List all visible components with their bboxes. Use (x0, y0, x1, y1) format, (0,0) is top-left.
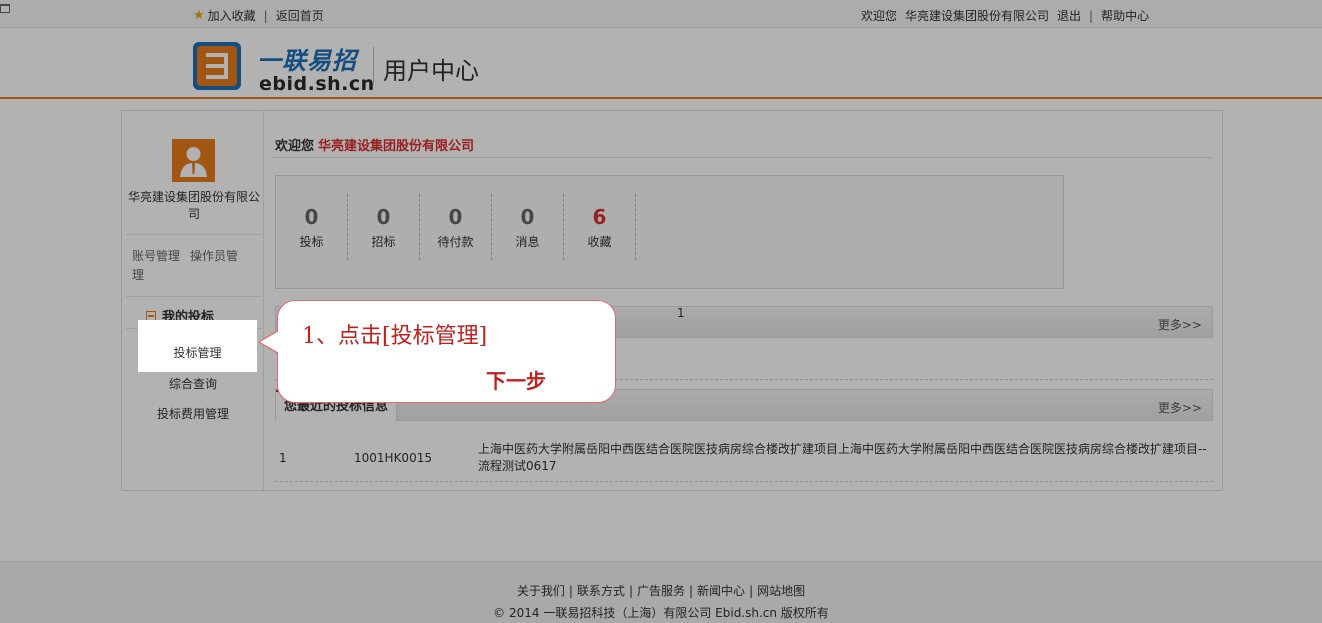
sidebar-item-comprehensive-query[interactable]: 综合查询 (122, 369, 264, 399)
separator: | (1089, 8, 1094, 23)
copyright: © 2014 一联易招科技（上海）有限公司 Ebid.sh.cn 版权所有 (493, 606, 829, 620)
stat-value: 0 (304, 205, 319, 229)
row-project-name[interactable]: 上海中医药大学附属岳阳中西医结合医院医技病房综合楼改扩建项目上海中医药大学附属岳… (478, 441, 1213, 475)
highlighted-label[interactable]: 投标管理 (138, 344, 257, 361)
top-right-links: 欢迎您 华亮建设集团股份有限公司 退出 | 帮助中心 (861, 7, 1149, 24)
highlighted-bid-management[interactable]: 投标管理 (138, 320, 257, 372)
star-icon: ★ (193, 7, 205, 23)
top-bar: ★ 加入收藏 | 返回首页 欢迎您 华亮建设集团股份有限公司 退出 | 帮助中心 (0, 0, 1322, 28)
stat-tenders[interactable]: 0 招标 (348, 194, 420, 260)
next-step-button[interactable]: 下一步 (486, 365, 546, 394)
separator: | (568, 584, 573, 598)
logout-link[interactable]: 退出 (1057, 7, 1081, 24)
stat-bids[interactable]: 0 投标 (276, 194, 348, 260)
more-link[interactable]: 更多>> (1158, 399, 1202, 416)
return-home-link[interactable]: 返回首页 (276, 7, 324, 24)
sidebar-company-name: 华亮建设集团股份有限公司 (127, 190, 260, 221)
stat-value: 0 (376, 205, 391, 229)
welcome-company: 华亮建设集团股份有限公司 (318, 139, 475, 154)
divider (126, 296, 262, 297)
footer-link-sitemap[interactable]: 网站地图 (757, 584, 805, 598)
welcome-heading: 欢迎您 华亮建设集团股份有限公司 (275, 135, 474, 154)
site-header: 一联易招 ebid.sh.cn 用户中心 (0, 29, 1322, 99)
more-link[interactable]: 更多>> (1158, 316, 1202, 333)
page-title: 用户中心 (383, 57, 479, 85)
footer-link-ads[interactable]: 广告服务 (637, 584, 685, 598)
footer-links: 关于我们 | 联系方式 | 广告服务 | 新闻中心 | 网站地图 (0, 582, 1322, 599)
tutorial-step-text: 1、点击[投标管理] (302, 324, 488, 349)
footer-link-news[interactable]: 新闻中心 (697, 584, 745, 598)
stat-value: 6 (592, 205, 607, 229)
footer-link-contact[interactable]: 联系方式 (577, 584, 625, 598)
welcome-text: 欢迎您 (861, 9, 898, 23)
stat-favorites[interactable]: 6 收藏 (564, 194, 636, 260)
stat-pending-payment[interactable]: 0 待付款 (420, 194, 492, 260)
logo-domain-text: ebid.sh.cn (259, 73, 375, 95)
stat-label: 投标 (299, 235, 324, 249)
window-icon (0, 4, 10, 13)
divider (126, 234, 262, 235)
collapse-icon[interactable] (146, 310, 156, 321)
logo-chinese-text: 一联易招 (257, 46, 357, 75)
divider (273, 157, 1213, 158)
stat-label: 待付款 (437, 235, 474, 249)
top-left-links: ★ 加入收藏 | 返回首页 (193, 7, 324, 24)
callout-tail-inner (260, 331, 279, 353)
stat-value: 0 (448, 205, 463, 229)
stat-messages[interactable]: 0 消息 (492, 194, 564, 260)
account-management-link[interactable]: 账号管理 (132, 249, 180, 263)
stat-value: 0 (520, 205, 535, 229)
separator: | (628, 584, 633, 598)
site-footer: 关于我们 | 联系方式 | 广告服务 | 新闻中心 | 网站地图 © 2014 一联易招科技（上… (0, 561, 1322, 623)
row-code: 1001HK0015 (354, 451, 432, 465)
footer-link-about[interactable]: 关于我们 (517, 584, 565, 598)
help-center-link[interactable]: 帮助中心 (1101, 7, 1149, 24)
section-count: 1 (677, 306, 685, 320)
main-panel: 华亮建设集团股份有限公司 账号管理操作员管理 我的投标 投标管理 综合查询 投标… (121, 110, 1223, 491)
account-links: 账号管理 操作员管理 (132, 247, 260, 285)
separator: | (689, 584, 694, 598)
stat-label: 消息 (515, 235, 540, 249)
top-company-name: 华亮建设集团股份有限公司 (905, 9, 1050, 23)
logo-icon[interactable] (193, 42, 241, 90)
row-index: 1 (279, 451, 287, 465)
welcome-prefix: 欢迎您 (275, 139, 315, 154)
sidebar-item-bid-fee-management[interactable]: 投标费用管理 (122, 399, 264, 429)
separator: | (749, 584, 754, 598)
stat-label: 收藏 (587, 235, 612, 249)
stat-label: 招标 (371, 235, 396, 249)
table-row[interactable]: 1 1001HK0015 上海中医药大学附属岳阳中西医结合医院医技病房综合楼改扩… (275, 436, 1213, 482)
sidebar: 华亮建设集团股份有限公司 账号管理操作员管理 我的投标 投标管理 综合查询 投标… (122, 111, 264, 490)
user-avatar-icon (172, 139, 215, 182)
separator: | (263, 8, 268, 23)
logo-divider (373, 47, 374, 85)
tutorial-callout: 1、点击[投标管理] 下一步 (277, 300, 616, 403)
stats-panel: 0 投标 0 招标 0 待付款 0 消息 6 收藏 (275, 175, 1064, 289)
add-favorite-link[interactable]: 加入收藏 (208, 7, 256, 24)
